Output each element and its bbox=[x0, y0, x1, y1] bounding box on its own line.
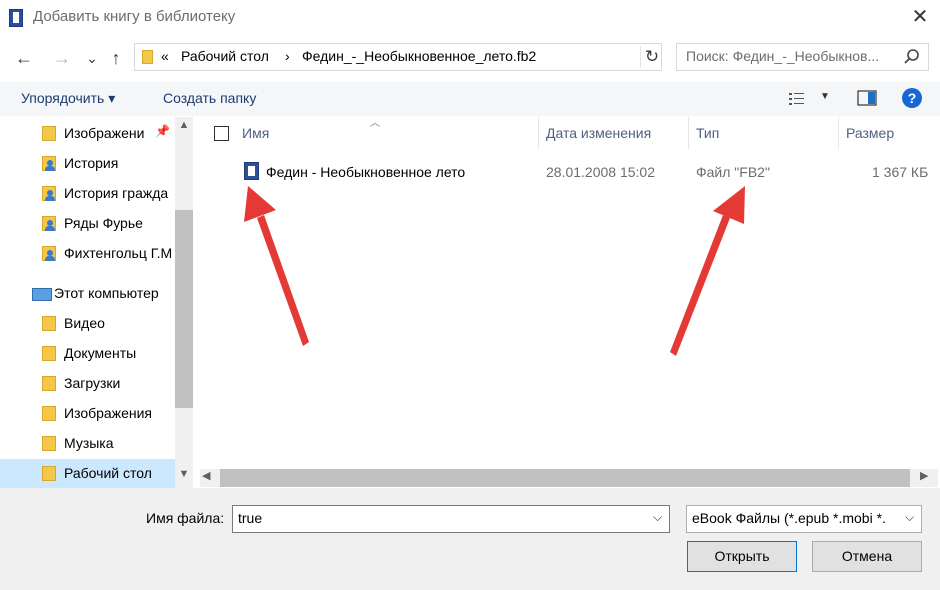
sidebar-item[interactable]: Ряды Фурье bbox=[0, 209, 175, 239]
sidebar-item-label: Загрузки bbox=[64, 375, 121, 391]
sidebar-item[interactable]: Этот компьютер bbox=[0, 279, 175, 309]
sidebar-item-label: Этот компьютер bbox=[54, 285, 159, 301]
pictures-folder-icon bbox=[42, 126, 56, 141]
sort-ascending-icon: ︿ bbox=[370, 118, 380, 129]
person-glyph bbox=[45, 166, 55, 171]
nav-scrollbar-thumb[interactable] bbox=[175, 210, 193, 408]
sidebar-item[interactable]: Загрузки bbox=[0, 369, 175, 399]
user-folder-icon bbox=[42, 156, 56, 171]
person-glyph bbox=[45, 226, 55, 231]
new-folder-button[interactable]: Создать папку bbox=[163, 90, 256, 106]
sidebar-item-label: Рабочий стол bbox=[64, 465, 152, 481]
back-button[interactable]: ← bbox=[12, 46, 36, 70]
sidebar-item[interactable]: Изображения bbox=[0, 399, 175, 429]
column-header-size[interactable]: Размер bbox=[846, 125, 894, 141]
view-options-icon[interactable] bbox=[788, 90, 810, 108]
pictures-folder-icon bbox=[42, 406, 56, 421]
scroll-down-icon[interactable]: ▼ bbox=[175, 468, 193, 486]
sidebar-item-label: Документы bbox=[64, 345, 137, 361]
pin-icon: 📌 bbox=[155, 124, 170, 138]
column-divider[interactable] bbox=[838, 117, 839, 149]
column-header-type[interactable]: Тип bbox=[696, 125, 719, 141]
filename-input[interactable] bbox=[232, 505, 670, 533]
breadcrumb-overflow[interactable]: « bbox=[161, 48, 169, 64]
sidebar-item[interactable]: Фихтенгольц Г.М bbox=[0, 239, 175, 269]
open-button[interactable]: Открыть bbox=[687, 541, 797, 572]
cancel-button[interactable]: Отмена bbox=[812, 541, 922, 572]
organize-button[interactable]: Упорядочить ▾ bbox=[21, 90, 115, 107]
documents-folder-icon bbox=[42, 346, 56, 361]
person-glyph bbox=[45, 196, 55, 201]
search-icon[interactable] bbox=[902, 47, 922, 67]
sidebar-item-label: Видео bbox=[64, 315, 105, 331]
file-type: Файл "FB2" bbox=[696, 164, 770, 180]
file-type-filter-value[interactable]: eBook Файлы (*.epub *.mobi *. bbox=[692, 510, 902, 526]
sidebar-item-label: История bbox=[64, 155, 119, 171]
chevron-down-icon[interactable]: ⌵ bbox=[905, 510, 914, 525]
sidebar-item[interactable]: История гражда bbox=[0, 179, 175, 209]
sidebar-item[interactable]: История bbox=[0, 149, 175, 179]
column-header-date[interactable]: Дата изменения bbox=[546, 125, 651, 141]
sidebar-item[interactable]: Музыка bbox=[0, 429, 175, 459]
sidebar-item[interactable]: Видео bbox=[0, 309, 175, 339]
folder-icon bbox=[142, 50, 153, 64]
annotation-arrow-right bbox=[670, 186, 745, 356]
desktop-folder-icon bbox=[42, 466, 56, 481]
computer-icon bbox=[32, 288, 52, 301]
music-folder-icon bbox=[42, 436, 56, 451]
column-header-name[interactable]: Имя bbox=[242, 125, 269, 141]
downloads-folder-icon bbox=[42, 376, 56, 391]
forward-button[interactable]: → bbox=[50, 46, 74, 70]
breadcrumb-desktop[interactable]: Рабочий стол bbox=[181, 48, 269, 64]
file-date: 28.01.2008 15:02 bbox=[546, 164, 655, 180]
fb2-file-icon bbox=[244, 162, 259, 180]
scroll-left-icon[interactable]: ◀ bbox=[202, 469, 210, 482]
help-icon[interactable]: ? bbox=[902, 88, 922, 108]
user-folder-icon bbox=[42, 186, 56, 201]
file-size: 1 367 КБ bbox=[872, 164, 929, 180]
user-folder-icon bbox=[42, 246, 56, 261]
up-button[interactable]: ↑ bbox=[104, 46, 128, 70]
scroll-right-icon[interactable]: ▶ bbox=[920, 469, 928, 482]
person-glyph bbox=[45, 256, 55, 261]
annotation-arrow-left bbox=[244, 186, 309, 346]
view-dropdown-icon[interactable]: ▼ bbox=[820, 91, 830, 102]
sidebar-item-label: Ряды Фурье bbox=[64, 215, 143, 231]
refresh-button[interactable]: ↻ bbox=[640, 46, 663, 68]
sidebar-item-label: Музыка bbox=[64, 435, 114, 451]
sidebar-item-label: Изображения bbox=[64, 405, 152, 421]
dialog-footer bbox=[0, 488, 940, 590]
column-divider[interactable] bbox=[688, 117, 689, 149]
select-all-checkbox[interactable] bbox=[214, 126, 229, 141]
filename-label: Имя файла: bbox=[146, 510, 225, 526]
filename-value[interactable]: true bbox=[238, 510, 262, 526]
window-title: Добавить книгу в библиотеку bbox=[33, 8, 236, 25]
preview-pane-icon[interactable] bbox=[857, 90, 877, 106]
scroll-up-icon[interactable]: ▲ bbox=[175, 119, 193, 137]
sidebar-item-label: История гражда bbox=[64, 185, 169, 201]
file-name[interactable]: Федин - Необыкновенное лето bbox=[266, 164, 465, 180]
chevron-down-icon[interactable]: ⌵ bbox=[653, 510, 662, 525]
user-folder-icon bbox=[42, 216, 56, 231]
recent-locations-button[interactable]: ⌄ bbox=[80, 46, 104, 70]
breadcrumb-separator[interactable]: › bbox=[285, 48, 290, 64]
sidebar-item[interactable]: Документы bbox=[0, 339, 175, 369]
column-divider[interactable] bbox=[538, 117, 539, 149]
horizontal-scrollbar-thumb[interactable] bbox=[220, 469, 910, 487]
video-folder-icon bbox=[42, 316, 56, 331]
search-placeholder: Поиск: Федин_-_Необыкнов... bbox=[686, 48, 880, 64]
close-button[interactable]: ✕ bbox=[905, 4, 935, 30]
sidebar-item-label: Фихтенгольц Г.М bbox=[64, 245, 173, 261]
sidebar-item[interactable]: Рабочий стол bbox=[0, 459, 175, 489]
app-book-icon bbox=[9, 9, 23, 27]
breadcrumb-file[interactable]: Федин_-_Необыкновенное_лето.fb2 bbox=[302, 48, 536, 64]
sidebar-item[interactable]: Изображени bbox=[0, 119, 175, 149]
